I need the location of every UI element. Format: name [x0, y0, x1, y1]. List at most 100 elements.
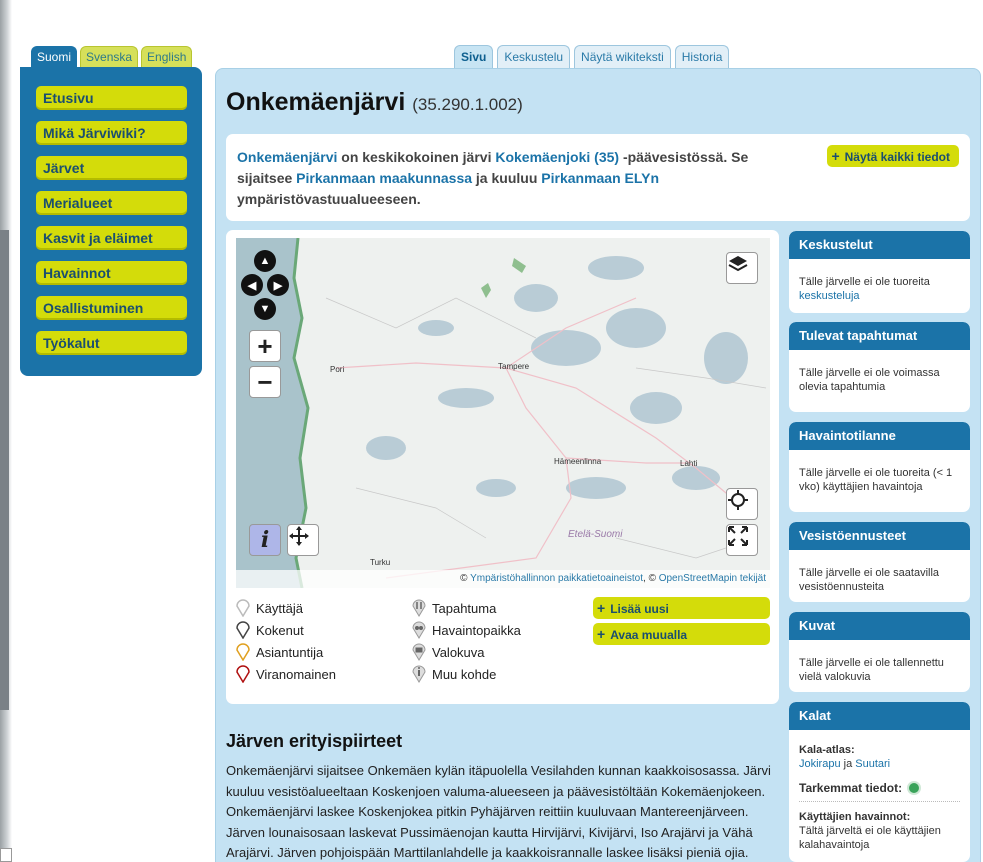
attribution-link-osm[interactable]: OpenStreetMapin tekijät [659, 573, 766, 584]
legend-item-havaintopaikka: Havaintopaikka [412, 619, 521, 641]
observations-box: Havaintotilanne Tälle järvelle ei ole tu… [789, 422, 970, 512]
fish-link-jokirapu[interactable]: Jokirapu [799, 758, 841, 770]
info-tool-button[interactable]: i [249, 524, 281, 556]
forecast-title: Vesistöennusteet [789, 522, 970, 550]
legend-item-kokenut: Kokenut [236, 619, 336, 641]
discussions-text: Tälle järvelle ei ole tuoreita keskustel… [789, 259, 970, 303]
open-elsewhere-button[interactable]: + Avaa muualla [593, 623, 770, 645]
zoom-out-button[interactable]: − [249, 366, 281, 398]
camera-pin-icon [412, 643, 426, 661]
ely-link[interactable]: Pirkanmaan ELYn [541, 170, 659, 186]
events-text: Tälle järvelle ei ole voimassa olevia ta… [799, 367, 940, 393]
language-tabs: Suomi Svenska English [31, 46, 193, 68]
tab-historia[interactable]: Historia [674, 45, 730, 69]
legend-label: Valokuva [432, 644, 485, 660]
forecast-box: Vesistöennusteet Tälle järvelle ei ole s… [789, 522, 970, 602]
legend-item-kayttaja: Käyttäjä [236, 597, 336, 619]
pan-right-icon[interactable]: ▶ [267, 274, 289, 296]
legend-item-valokuva: Valokuva [412, 641, 521, 663]
map-label-etela-suomi: Etelä-Suomi [568, 529, 623, 540]
forecast-text: Tälle järvelle ei ole saatavilla vesistö… [799, 567, 940, 593]
plus-icon: + [597, 626, 606, 642]
layers-button[interactable] [726, 252, 758, 284]
info-pin-icon [412, 665, 426, 683]
map-label-pori: Pori [330, 365, 345, 374]
discussions-link[interactable]: keskusteluja [799, 290, 860, 302]
events-box: Tulevat tapahtumat Tälle järvelle ei ole… [789, 322, 970, 412]
legend-item-asiantuntija: Asiantuntija [236, 641, 336, 663]
fish-details-row: Tarkemmat tiedot: [799, 781, 960, 802]
events-title: Tulevat tapahtumat [789, 322, 970, 350]
map-label-tampere: Tampere [498, 362, 530, 371]
pan-down-icon[interactable]: ▼ [254, 298, 276, 320]
sidebar-item-tyokalut[interactable]: Työkalut [36, 331, 187, 355]
lake-summary-text: Onkemäenjärvi on keskikokoinen järvi Kok… [237, 147, 797, 210]
tab-sivu[interactable]: Sivu [454, 45, 494, 69]
photos-title: Kuvat [789, 612, 970, 640]
legend-types: Tapahtuma Havaintopaikka Valokuva Muu ko… [412, 597, 521, 685]
add-new-button[interactable]: + Lisää uusi [593, 597, 770, 619]
legend-label: Käyttäjä [256, 600, 303, 616]
sidebar-item-etusivu[interactable]: Etusivu [36, 86, 187, 110]
legend-label: Viranomainen [256, 666, 336, 682]
fish-and: ja [840, 758, 856, 770]
page-title: Onkemäenjärvi (35.290.1.002) [226, 88, 523, 117]
fullscreen-button[interactable] [726, 524, 758, 556]
show-all-info-button[interactable]: + Näytä kaikki tiedot [827, 145, 959, 167]
lang-tab-svenska[interactable]: Svenska [80, 46, 139, 68]
zoom-in-button[interactable]: + [249, 330, 281, 362]
observations-title: Havaintotilanne [789, 422, 970, 450]
lang-tab-english[interactable]: English [141, 46, 193, 68]
map-attribution: © Ympäristöhallinnon paikkatietoaineisto… [236, 570, 770, 588]
eye-icon[interactable] [907, 781, 922, 795]
pin-red-icon [236, 665, 250, 683]
pan-left-icon[interactable]: ◀ [241, 274, 263, 296]
plus-icon: + [597, 600, 606, 616]
legend-item-viranomainen: Viranomainen [236, 663, 336, 685]
event-pin-icon [412, 599, 426, 617]
sidebar-item-merialueet[interactable]: Merialueet [36, 191, 187, 215]
photos-box: Kuvat Tälle järvelle ei ole tallennettu … [789, 612, 970, 692]
pin-dark-icon [236, 621, 250, 639]
lang-tab-suomi[interactable]: Suomi [31, 46, 78, 68]
fish-link-suutari[interactable]: Suutari [855, 758, 890, 770]
observations-text: Tälle järvelle ei ole tuoreita (< 1 vko)… [799, 467, 953, 493]
basin-link[interactable]: Kokemäenjoki (35) [495, 149, 619, 165]
map-label-turku: Turku [370, 558, 391, 567]
pin-gray-icon [236, 599, 250, 617]
window-edge-shade [0, 230, 9, 710]
sidebar-item-jarvet[interactable]: Järvet [36, 156, 187, 180]
tab-nayta-wikiteksti[interactable]: Näytä wikiteksti [574, 45, 671, 69]
discussions-box: Keskustelut Tälle järvelle ei ole tuorei… [789, 231, 970, 313]
fish-details-label: Tarkemmat tiedot: [799, 781, 903, 795]
layers-icon [728, 256, 748, 272]
sidebar-item-kasvit[interactable]: Kasvit ja eläimet [36, 226, 187, 250]
lake-name: Onkemäenjärvi [226, 88, 406, 116]
lake-code: (35.290.1.002) [412, 95, 523, 114]
region-link[interactable]: Pirkanmaan maakunnassa [296, 170, 472, 186]
user-obs-text: Tältä järveltä ei ole käyttäjien kalahav… [799, 825, 941, 851]
legend-label: Asiantuntija [256, 644, 324, 660]
section-paragraph: Onkemäenjärvi sijaitsee Onkemäen kylän i… [226, 763, 771, 860]
window-corner [0, 848, 12, 862]
lake-link[interactable]: Onkemäenjärvi [237, 149, 337, 165]
sidebar-item-havainnot[interactable]: Havainnot [36, 261, 187, 285]
user-obs-label: Käyttäjien havainnot: [799, 811, 911, 823]
attribution-separator: , © [643, 573, 659, 584]
pan-tool-button[interactable] [287, 524, 319, 556]
pan-up-icon[interactable]: ▲ [254, 250, 276, 272]
locate-button[interactable] [726, 488, 758, 520]
sidebar-item-osallistuminen[interactable]: Osallistuminen [36, 296, 187, 320]
sidebar-item-mika-jarviwiki[interactable]: Mikä Järviwiki? [36, 121, 187, 145]
legend-users: Käyttäjä Kokenut Asiantuntija Viranomain… [236, 597, 336, 685]
map-view[interactable]: Pori Tampere Hämeenlinna Lahti Turku Ete… [236, 238, 770, 588]
show-all-label: Näytä kaikki tiedot [844, 150, 950, 164]
discussions-title: Keskustelut [789, 231, 970, 259]
legend-label: Kokenut [256, 622, 304, 638]
legend-item-tapahtuma: Tapahtuma [412, 597, 521, 619]
attribution-link-syke[interactable]: Ympäristöhallinnon paikkatietoaineistot [470, 573, 643, 584]
summary-text-1: on keskikokoinen järvi [337, 149, 496, 165]
tab-keskustelu[interactable]: Keskustelu [497, 45, 571, 69]
legend-label: Muu kohde [432, 666, 497, 682]
lake-summary-box: Onkemäenjärvi on keskikokoinen järvi Kok… [226, 134, 970, 221]
